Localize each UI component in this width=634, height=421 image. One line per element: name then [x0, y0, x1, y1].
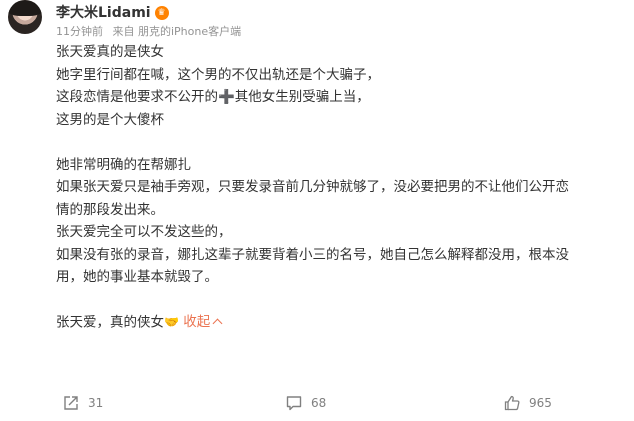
post-line: 张天爱完全可以不发这些的， [56, 224, 232, 240]
collapse-button[interactable]: 收起 [183, 314, 223, 330]
avatar[interactable] [8, 0, 42, 34]
like-button[interactable]: 965 [503, 394, 552, 412]
comment-icon [286, 396, 302, 411]
post-line: 她非常明确的在帮娜扎 [56, 156, 191, 173]
post-line: 如果没有张的录音，娜扎这辈子就要背着小三的名号，她自己怎么解释都没用，根本没 [56, 246, 569, 263]
post-line: 情的那段发出来。 [56, 201, 164, 218]
post-line: 这男的是个大傻杯 [56, 111, 164, 128]
comment-button[interactable]: 68 [285, 394, 326, 412]
like-count: 965 [529, 396, 552, 410]
action-bar: 31 68 965 [0, 388, 634, 418]
post-last-line: 张天爱，真的侠女🤝 收起 [56, 311, 621, 334]
comment-count: 68 [311, 396, 327, 410]
collapse-label[interactable]: 收起 [183, 314, 210, 330]
repost-count: 31 [88, 396, 104, 410]
post-line: 张天爱真的是侠女 [56, 44, 164, 60]
chevron-up-icon [212, 318, 223, 329]
author-name-link[interactable]: 李大米Lidami ♛ [56, 4, 169, 22]
repost-icon [64, 396, 78, 410]
post-line: 如果张天爱只是袖手旁观，只要发录音前几分钟就够了，没必要把男的不让他们公开恋 [56, 179, 569, 195]
post-time[interactable]: 11分钟前 [56, 25, 103, 38]
post-content: 张天爱真的是侠女 她字里行间都在喊，这个男的不仅出轨还是个大骗子， 这段恋情是他… [56, 41, 621, 334]
repost-button[interactable]: 31 [62, 394, 103, 412]
post-header: 李大米Lidami ♛ 11分钟前 来自 朋克的iPhone客户端 [56, 2, 247, 39]
thumbs-up-icon [504, 395, 520, 411]
handshake-emoji-icon: 🤝 [164, 315, 179, 329]
post-line: 这段恋情是他要求不公开的➕其他女生别受骗上当， [56, 89, 370, 105]
post-last-line-text: 张天爱，真的侠女 [56, 314, 164, 331]
post-source: 来自 朋克的iPhone客户端 [112, 25, 242, 38]
post-line: 用，她的事业基本就毁了。 [56, 269, 218, 285]
author-name[interactable]: 李大米Lidami [56, 4, 151, 22]
vip-icon: ♛ [154, 6, 169, 20]
post-meta: 11分钟前 来自 朋克的iPhone客户端 [56, 25, 247, 39]
avatar-hair [8, 0, 42, 16]
post-line: 她字里行间都在喊，这个男的不仅出轨还是个大骗子， [56, 66, 380, 83]
